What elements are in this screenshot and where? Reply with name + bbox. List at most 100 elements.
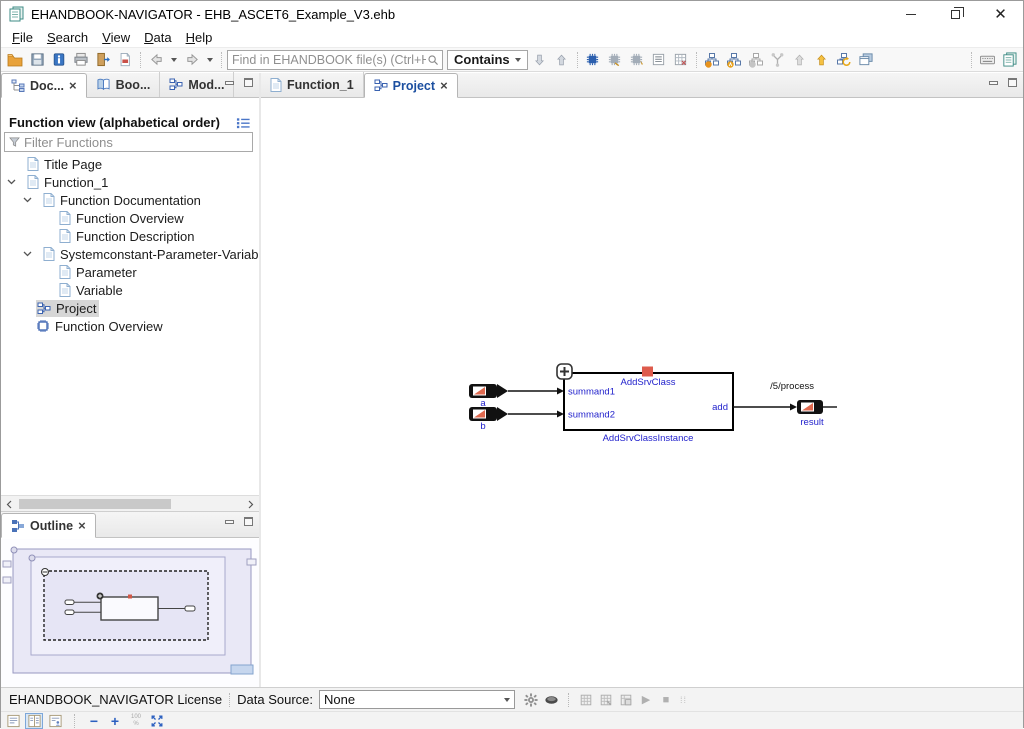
tree-item-function-documentation[interactable]: Function Documentation bbox=[1, 191, 259, 209]
page-with-author-view-button[interactable] bbox=[46, 713, 64, 729]
minimize-button[interactable] bbox=[888, 1, 933, 27]
expand-chevron-icon[interactable] bbox=[7, 179, 16, 185]
diagram-gray-icon bbox=[748, 52, 764, 68]
find-next-button[interactable] bbox=[530, 50, 550, 70]
forward-button[interactable] bbox=[182, 50, 202, 70]
fit-to-view-button[interactable] bbox=[148, 713, 166, 729]
minimize-panel-icon[interactable] bbox=[989, 81, 998, 85]
expand-chevron-icon[interactable] bbox=[23, 251, 32, 257]
tab-models[interactable]: Mod... bbox=[160, 72, 234, 97]
navigate-up-disabled-button[interactable] bbox=[790, 50, 810, 70]
view-menu-icon[interactable] bbox=[236, 117, 251, 129]
close-tab-icon[interactable]: × bbox=[440, 79, 448, 92]
tree-item-function-1[interactable]: Function_1 bbox=[1, 173, 259, 191]
tree-item-title-page[interactable]: Title Page bbox=[1, 155, 259, 173]
input-port-a[interactable]: a bbox=[469, 384, 508, 409]
maximize-panel-icon[interactable] bbox=[1008, 78, 1017, 87]
data-source-settings-button[interactable] bbox=[521, 690, 541, 710]
find-previous-button[interactable] bbox=[552, 50, 572, 70]
keyboard-shortcuts-button[interactable] bbox=[977, 50, 997, 70]
expand-chevron-icon[interactable] bbox=[23, 197, 32, 203]
experiment-view-button[interactable] bbox=[616, 690, 636, 710]
close-tab-icon[interactable]: × bbox=[78, 519, 86, 532]
input-port-b[interactable]: b bbox=[469, 407, 508, 432]
pdf-export-button[interactable] bbox=[115, 50, 135, 70]
tab-documents[interactable]: Doc... × bbox=[1, 73, 87, 98]
menu-search[interactable]: Search bbox=[40, 28, 95, 47]
tree-item-function-overview[interactable]: Function Overview bbox=[1, 209, 259, 227]
goto-parent-block-button[interactable] bbox=[627, 50, 647, 70]
open-in-window-button[interactable] bbox=[856, 50, 876, 70]
maximize-panel-icon[interactable] bbox=[244, 517, 253, 526]
breakpoint-marker bbox=[642, 367, 653, 377]
tab-label: Project bbox=[393, 79, 435, 93]
port-add-label: add bbox=[712, 402, 728, 413]
close-button[interactable]: ✕ bbox=[978, 1, 1023, 27]
find-input[interactable] bbox=[232, 53, 426, 67]
scrollbar-thumb[interactable] bbox=[19, 499, 171, 509]
show-function-block-button[interactable] bbox=[583, 50, 603, 70]
filter-functions-input[interactable] bbox=[24, 135, 248, 150]
back-history-dropdown[interactable] bbox=[168, 50, 180, 70]
data-source-select[interactable]: None bbox=[319, 690, 515, 709]
contains-dropdown[interactable]: Contains bbox=[447, 50, 528, 70]
menu-file[interactable]: File bbox=[5, 28, 40, 47]
addsrvclass-block[interactable]: AddSrvClass summand1 summand2 add AddSrv… bbox=[557, 364, 733, 444]
restore-button[interactable] bbox=[933, 1, 978, 27]
table-view-button[interactable] bbox=[671, 50, 691, 70]
zoom-out-button[interactable]: − bbox=[85, 713, 103, 729]
branch-navigation-button[interactable] bbox=[768, 50, 788, 70]
split-view-button[interactable] bbox=[25, 713, 43, 729]
expand-block-button[interactable] bbox=[557, 364, 572, 379]
export-button[interactable] bbox=[93, 50, 113, 70]
measure-view-button[interactable] bbox=[576, 690, 596, 710]
toolbar-drag-handle[interactable]: ⁞⁞ bbox=[680, 695, 687, 705]
save-button[interactable] bbox=[27, 50, 47, 70]
tab-bookmarks[interactable]: Boo... bbox=[87, 72, 161, 97]
title-bar: EHANDBOOK-NAVIGATOR - EHB_ASCET6_Example… bbox=[1, 1, 1023, 27]
navigate-up-button[interactable] bbox=[812, 50, 832, 70]
scroll-right-icon[interactable] bbox=[244, 497, 258, 511]
print-button[interactable] bbox=[71, 50, 91, 70]
list-view-button[interactable] bbox=[649, 50, 669, 70]
stop-measurement-button[interactable]: ■ bbox=[656, 690, 676, 710]
calibrate-view-button[interactable] bbox=[596, 690, 616, 710]
search-model-definition-button[interactable] bbox=[702, 50, 722, 70]
tab-outline[interactable]: Outline × bbox=[1, 513, 96, 538]
back-button[interactable] bbox=[146, 50, 166, 70]
about-ehandbook-button[interactable] bbox=[999, 50, 1019, 70]
minimize-panel-icon[interactable] bbox=[225, 81, 234, 85]
zoom-in-button[interactable]: + bbox=[106, 713, 124, 729]
start-measurement-button[interactable]: ▶ bbox=[636, 690, 656, 710]
info-button[interactable] bbox=[49, 50, 69, 70]
search-model-disabled-button[interactable] bbox=[746, 50, 766, 70]
single-page-view-button[interactable] bbox=[4, 713, 22, 729]
tree-item-function-description[interactable]: Function Description bbox=[1, 227, 259, 245]
outline-minimap[interactable] bbox=[1, 539, 259, 687]
data-source-visibility-button[interactable] bbox=[541, 690, 561, 710]
zoom-reset-button[interactable]: 100% bbox=[127, 713, 145, 729]
tree-horizontal-scrollbar[interactable] bbox=[1, 495, 259, 511]
menu-view[interactable]: View bbox=[95, 28, 137, 47]
open-button[interactable] bbox=[5, 50, 25, 70]
refresh-diagram-button[interactable] bbox=[834, 50, 854, 70]
menu-data[interactable]: Data bbox=[137, 28, 178, 47]
tree-item-parameter[interactable]: Parameter bbox=[1, 263, 259, 281]
scroll-left-icon[interactable] bbox=[2, 497, 16, 511]
menu-help[interactable]: Help bbox=[179, 28, 220, 47]
tab-project[interactable]: Project × bbox=[364, 73, 458, 98]
doc-tree-icon bbox=[11, 79, 25, 93]
diagram-canvas[interactable]: a b bbox=[261, 98, 1023, 687]
tree-item-variable[interactable]: Variable bbox=[1, 281, 259, 299]
tree-item-project[interactable]: Project bbox=[1, 299, 259, 317]
tab-function-1[interactable]: Function_1 bbox=[261, 72, 364, 97]
search-model-usage-button[interactable] bbox=[724, 50, 744, 70]
output-port-result[interactable]: result bbox=[797, 400, 837, 428]
maximize-panel-icon[interactable] bbox=[244, 78, 253, 87]
tree-item-function-overview-block[interactable]: Function Overview bbox=[1, 317, 259, 335]
forward-history-dropdown[interactable] bbox=[204, 50, 216, 70]
close-tab-icon[interactable]: × bbox=[69, 79, 77, 92]
tree-item-systemconstant[interactable]: Systemconstant-Parameter-Variable-Cl bbox=[1, 245, 259, 263]
goto-next-block-button[interactable] bbox=[605, 50, 625, 70]
minimize-panel-icon[interactable] bbox=[225, 520, 234, 524]
